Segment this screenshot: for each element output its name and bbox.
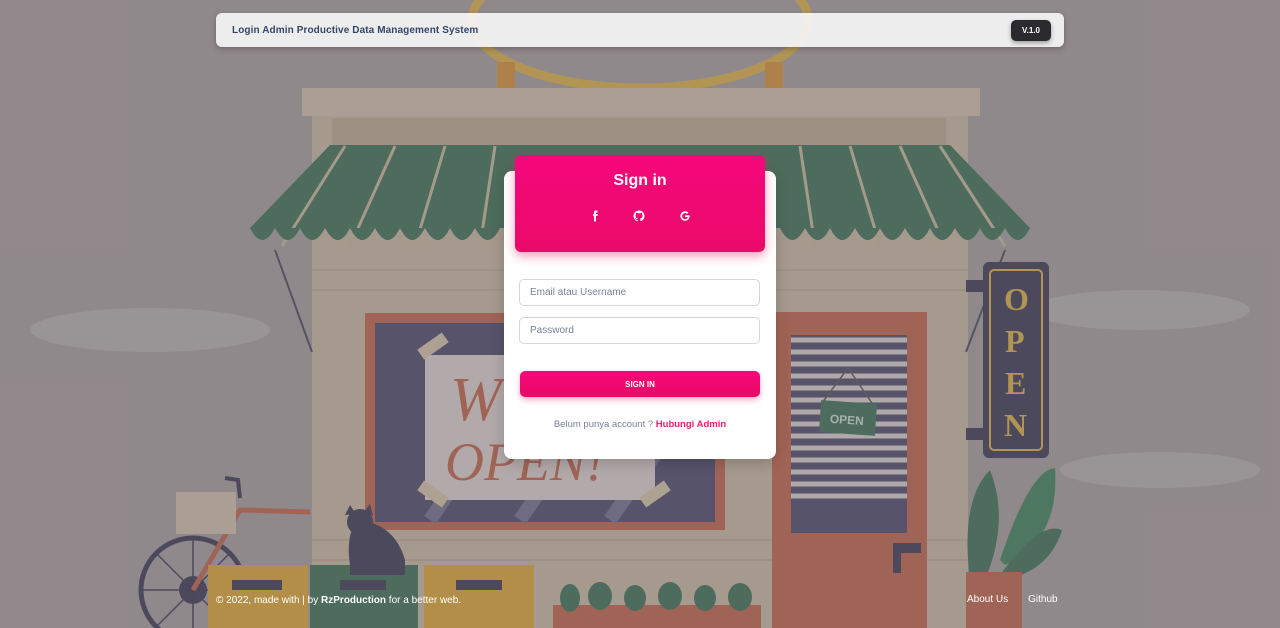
version-button[interactable]: V.1.0 bbox=[1011, 19, 1051, 41]
signin-title: Sign in bbox=[613, 172, 667, 189]
google-icon[interactable] bbox=[676, 207, 694, 225]
signup-prompt: Belum punya account ? Hubungi Admin bbox=[504, 419, 776, 430]
password-input[interactable] bbox=[519, 317, 760, 344]
copyright-author-link[interactable]: RzProduction bbox=[321, 595, 386, 606]
github-icon[interactable] bbox=[630, 207, 648, 225]
copyright-suffix: for a better web. bbox=[386, 595, 462, 606]
footer-links: About Us Github bbox=[967, 594, 1058, 605]
copyright-prefix: © 2022, made with | by bbox=[216, 595, 322, 606]
email-username-input[interactable] bbox=[519, 279, 760, 306]
top-navbar: Login Admin Productive Data Management S… bbox=[216, 13, 1064, 47]
footer-link-github[interactable]: Github bbox=[1028, 594, 1057, 605]
signup-prompt-text: Belum punya account ? bbox=[553, 419, 656, 430]
footer-link-about-us[interactable]: About Us bbox=[967, 594, 1008, 605]
navbar-brand[interactable]: Login Admin Productive Data Management S… bbox=[232, 25, 478, 36]
contact-admin-link[interactable]: Hubungi Admin bbox=[656, 419, 726, 430]
signin-button[interactable]: SIGN IN bbox=[520, 371, 760, 397]
facebook-icon[interactable] bbox=[586, 207, 604, 225]
footer-copyright: © 2022, made with | by RzProduction for … bbox=[216, 595, 461, 606]
signin-card-header: Sign in bbox=[515, 155, 765, 252]
